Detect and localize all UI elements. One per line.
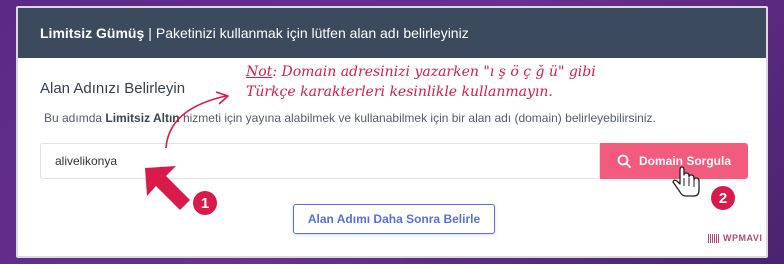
panel-header: Limitsiz Gümüş | Paketinizi kullanmak iç…	[18, 8, 766, 58]
step-badge-1: 1	[193, 191, 217, 215]
header-instruction: Paketinizi kullanmak için lütfen alan ad…	[155, 25, 469, 41]
domain-input-value: alivelikonya	[55, 154, 118, 168]
barcode-icon	[708, 233, 720, 243]
desc-after: hizmeti için yayına alabilmek ve kullana…	[182, 111, 656, 125]
package-name: Limitsiz Gümüş	[40, 25, 145, 41]
section-title: Alan Adınızı Belirleyin	[40, 80, 186, 97]
note-label: Not	[246, 64, 273, 80]
domain-input[interactable]: alivelikonya	[40, 143, 600, 179]
watermark-logo: WPMAVI	[708, 233, 762, 243]
step-badge-2: 2	[711, 186, 735, 210]
warning-note: Not: Domain adresinizi yazarken "ı ş ö ç…	[246, 62, 596, 102]
section-description: Bu adımda Limitsiz Altın hizmeti için ya…	[44, 111, 656, 125]
note-line-2: Türkçe karakterleri kesinlikle kullanmay…	[246, 84, 553, 100]
header-separator: |	[148, 25, 152, 41]
domain-search-label: Domain Sorgula	[638, 154, 731, 168]
note-line-1: : Domain adresinizi yazarken "ı ş ö ç ğ …	[272, 64, 596, 80]
decide-later-button[interactable]: Alan Adımı Daha Sonra Belirle	[293, 204, 495, 234]
desc-before: Bu adımda	[44, 111, 103, 125]
desc-package: Limitsiz Altın	[105, 111, 180, 125]
domain-search-button[interactable]: Domain Sorgula	[600, 143, 748, 179]
domain-panel: Limitsiz Gümüş | Paketinizi kullanmak iç…	[16, 6, 768, 258]
search-icon	[617, 154, 631, 168]
watermark-text: WPMAVI	[723, 233, 763, 243]
